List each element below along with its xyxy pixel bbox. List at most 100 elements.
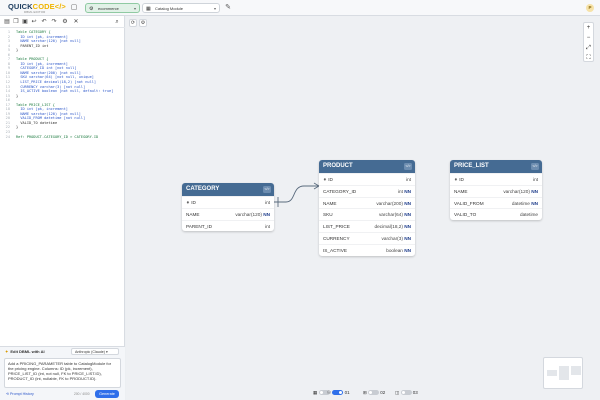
column-name: LIST_PRICE [323, 224, 350, 230]
code-text: CURRENCY varchar(3) [not null] [16, 84, 86, 89]
column-name: CURRENCY [323, 235, 350, 241]
char-count: 200 / 4000 [74, 392, 90, 396]
table-name: PRODUCT [323, 163, 353, 169]
column-row[interactable]: NAME varchar(120) NN [182, 207, 274, 220]
format-icon[interactable]: ▤ [3, 18, 11, 26]
copy-icon[interactable]: ❐ [12, 18, 20, 26]
module-selector[interactable]: ▦ Catalog Module ▾ [142, 3, 220, 13]
code-text: VALID_FROM datetime [not null] [16, 116, 86, 121]
paste-icon[interactable]: ▣ [21, 18, 29, 26]
table-header[interactable]: PRICE_LIST </> [450, 160, 542, 173]
not-null-badge: NN [404, 200, 411, 206]
table-name: CATEGORY [186, 186, 220, 192]
column-row[interactable]: NAME varchar(120) NN [450, 184, 542, 197]
app-logo[interactable]: QUICKCODE</> DBML EDITOR [8, 2, 66, 14]
code-view-icon[interactable]: </> [404, 163, 412, 170]
diagram-canvas[interactable]: ⟳ ⚙ + − ⤢ ⛶ CATEGORY </> ⁕ ID int NAME varcha… [126, 16, 600, 400]
bottom-control-2[interactable]: ⚇ 01 [327, 388, 350, 397]
bottom-control-3[interactable]: ⊞ 02 [363, 388, 385, 397]
ai-prompt-input[interactable]: Add a PRICING_PARAMETER table to Catalog… [4, 358, 121, 388]
table-price-list[interactable]: PRICE_LIST </> ⁕ ID int NAME varchar(120) NN V… [450, 160, 542, 221]
chevron-down-icon: ▾ [213, 6, 216, 11]
code-text: ID int [pk, increment] [16, 61, 68, 66]
model-select[interactable]: Anthropic (Claude) ▾ [71, 348, 119, 355]
settings-icon[interactable]: ⚙ [61, 18, 69, 26]
table-category[interactable]: CATEGORY </> ⁕ ID int NAME varchar(120) NN PAR… [182, 183, 274, 232]
code-text: LIST_PRICE decimal(18,2) [not null] [16, 80, 97, 85]
search-icon[interactable]: ⌕ [113, 18, 121, 26]
table-header[interactable]: PRODUCT </> [319, 160, 415, 173]
generate-button[interactable]: Generate [95, 390, 119, 398]
minimap[interactable] [543, 357, 583, 389]
column-type: boolean NN [386, 245, 411, 256]
column-name: NAME [454, 188, 468, 194]
table-product[interactable]: PRODUCT </> ⁕ ID int CATEGORY_ID int NN NAME va… [319, 160, 415, 256]
code-text: Ref: PRODUCT.CATEGORY_ID > CATEGORY.ID [16, 134, 99, 139]
column-name: NAME [323, 200, 337, 206]
wrap-icon[interactable]: ↩ [30, 18, 38, 26]
sparkle-icon: ✦ [5, 349, 9, 354]
column-name: CATEGORY_ID [323, 188, 357, 194]
code-text: } [16, 125, 19, 130]
column-row[interactable]: CATEGORY_ID int NN [319, 184, 415, 197]
column-type-text: varchar(64) [378, 212, 403, 218]
module-icon: ▦ [146, 6, 151, 12]
column-type-text: varchar(120) [235, 211, 262, 217]
code-view-icon[interactable]: </> [263, 186, 271, 193]
undo-icon[interactable]: ↶ [40, 18, 48, 26]
code-text: CATEGORY_ID int [not null] [16, 66, 77, 71]
chevron-down-icon: ▾ [133, 6, 136, 11]
table-header[interactable]: CATEGORY </> [182, 183, 274, 196]
column-type-text: varchar(120) [503, 188, 530, 194]
toggle-switch[interactable] [332, 390, 344, 396]
column-type: int [265, 221, 270, 232]
minimap-node [547, 370, 557, 376]
code-text: IS_ACTIVE boolean [not null, default: tr… [16, 89, 114, 94]
avatar[interactable]: P [586, 4, 594, 12]
column-row[interactable]: LIST_PRICE decimal(18,2) NN [319, 220, 415, 232]
toggle-switch[interactable] [400, 390, 412, 396]
code-text: NAME varchar(120) [not null] [16, 39, 81, 44]
column-type-text: varchar(3) [381, 235, 403, 241]
code-view-icon[interactable]: </> [531, 163, 539, 170]
redo-icon[interactable]: ↷ [50, 18, 58, 26]
column-row[interactable]: VALID_FROM datetime NN [450, 196, 542, 209]
code-text: Table CATEGORY { [16, 30, 51, 34]
minimap-node [559, 366, 569, 380]
ai-panel: ✦ Edit DBML with AI Anthropic (Claude) ▾ … [0, 346, 125, 400]
column-row[interactable]: CURRENCY varchar(3) NN [319, 231, 415, 244]
column-row[interactable]: IS_ACTIVE boolean NN [319, 243, 415, 256]
code-text: Table PRICE_LIST { [16, 102, 55, 107]
model-name: Anthropic (Claude) [75, 350, 105, 354]
toggle-switch[interactable] [368, 390, 380, 396]
column-type-text: datetime [520, 212, 538, 218]
clear-icon[interactable]: ✕ [72, 18, 80, 26]
code-editor[interactable]: 1 Table CATEGORY {2 ID int [pk, increment… [0, 30, 125, 139]
column-type-text: datetime [511, 200, 530, 206]
not-null-badge: NN [531, 200, 538, 206]
column-row[interactable]: SKU varchar(64) NN [319, 208, 415, 220]
not-null-badge: NN [404, 212, 411, 218]
ai-title-text: Edit DBML with AI [10, 349, 45, 354]
column-name: ID [191, 200, 196, 205]
column-row[interactable]: NAME varchar(200) NN [319, 196, 415, 209]
not-null-badge: NN [404, 188, 411, 194]
code-text: PARENT_ID int [16, 43, 49, 48]
edit-icon[interactable]: ✎ [224, 4, 232, 12]
column-row[interactable]: VALID_TO datetime [450, 208, 542, 220]
column-row[interactable]: ⁕ ID int [319, 173, 415, 185]
code-toolbar: ▤ ❐ ▣ ↩ ↶ ↷ ⚙ ✕ ⌕ [0, 16, 125, 28]
column-name: ID [459, 177, 464, 182]
sidebar-toggle-icon[interactable]: ▢ [70, 4, 78, 12]
column-row[interactable]: ⁕ ID int [450, 173, 542, 185]
bottom-control-4[interactable]: ◫ 03 [395, 388, 418, 397]
project-selector[interactable]: ⚙ ecommerce ▾ [85, 3, 140, 13]
ai-panel-title: ✦ Edit DBML with AI [5, 349, 45, 354]
not-null-badge: NN [263, 211, 270, 217]
prompt-history-link[interactable]: ⟲ Prompt History [6, 392, 34, 396]
column-name: PARENT_ID [186, 223, 212, 229]
column-row[interactable]: ⁕ ID int [182, 196, 274, 208]
code-line: 24 Ref: PRODUCT.CATEGORY_ID > CATEGORY.ID [0, 135, 125, 140]
column-type-text: int [533, 177, 538, 182]
column-row[interactable]: PARENT_ID int [182, 219, 274, 232]
